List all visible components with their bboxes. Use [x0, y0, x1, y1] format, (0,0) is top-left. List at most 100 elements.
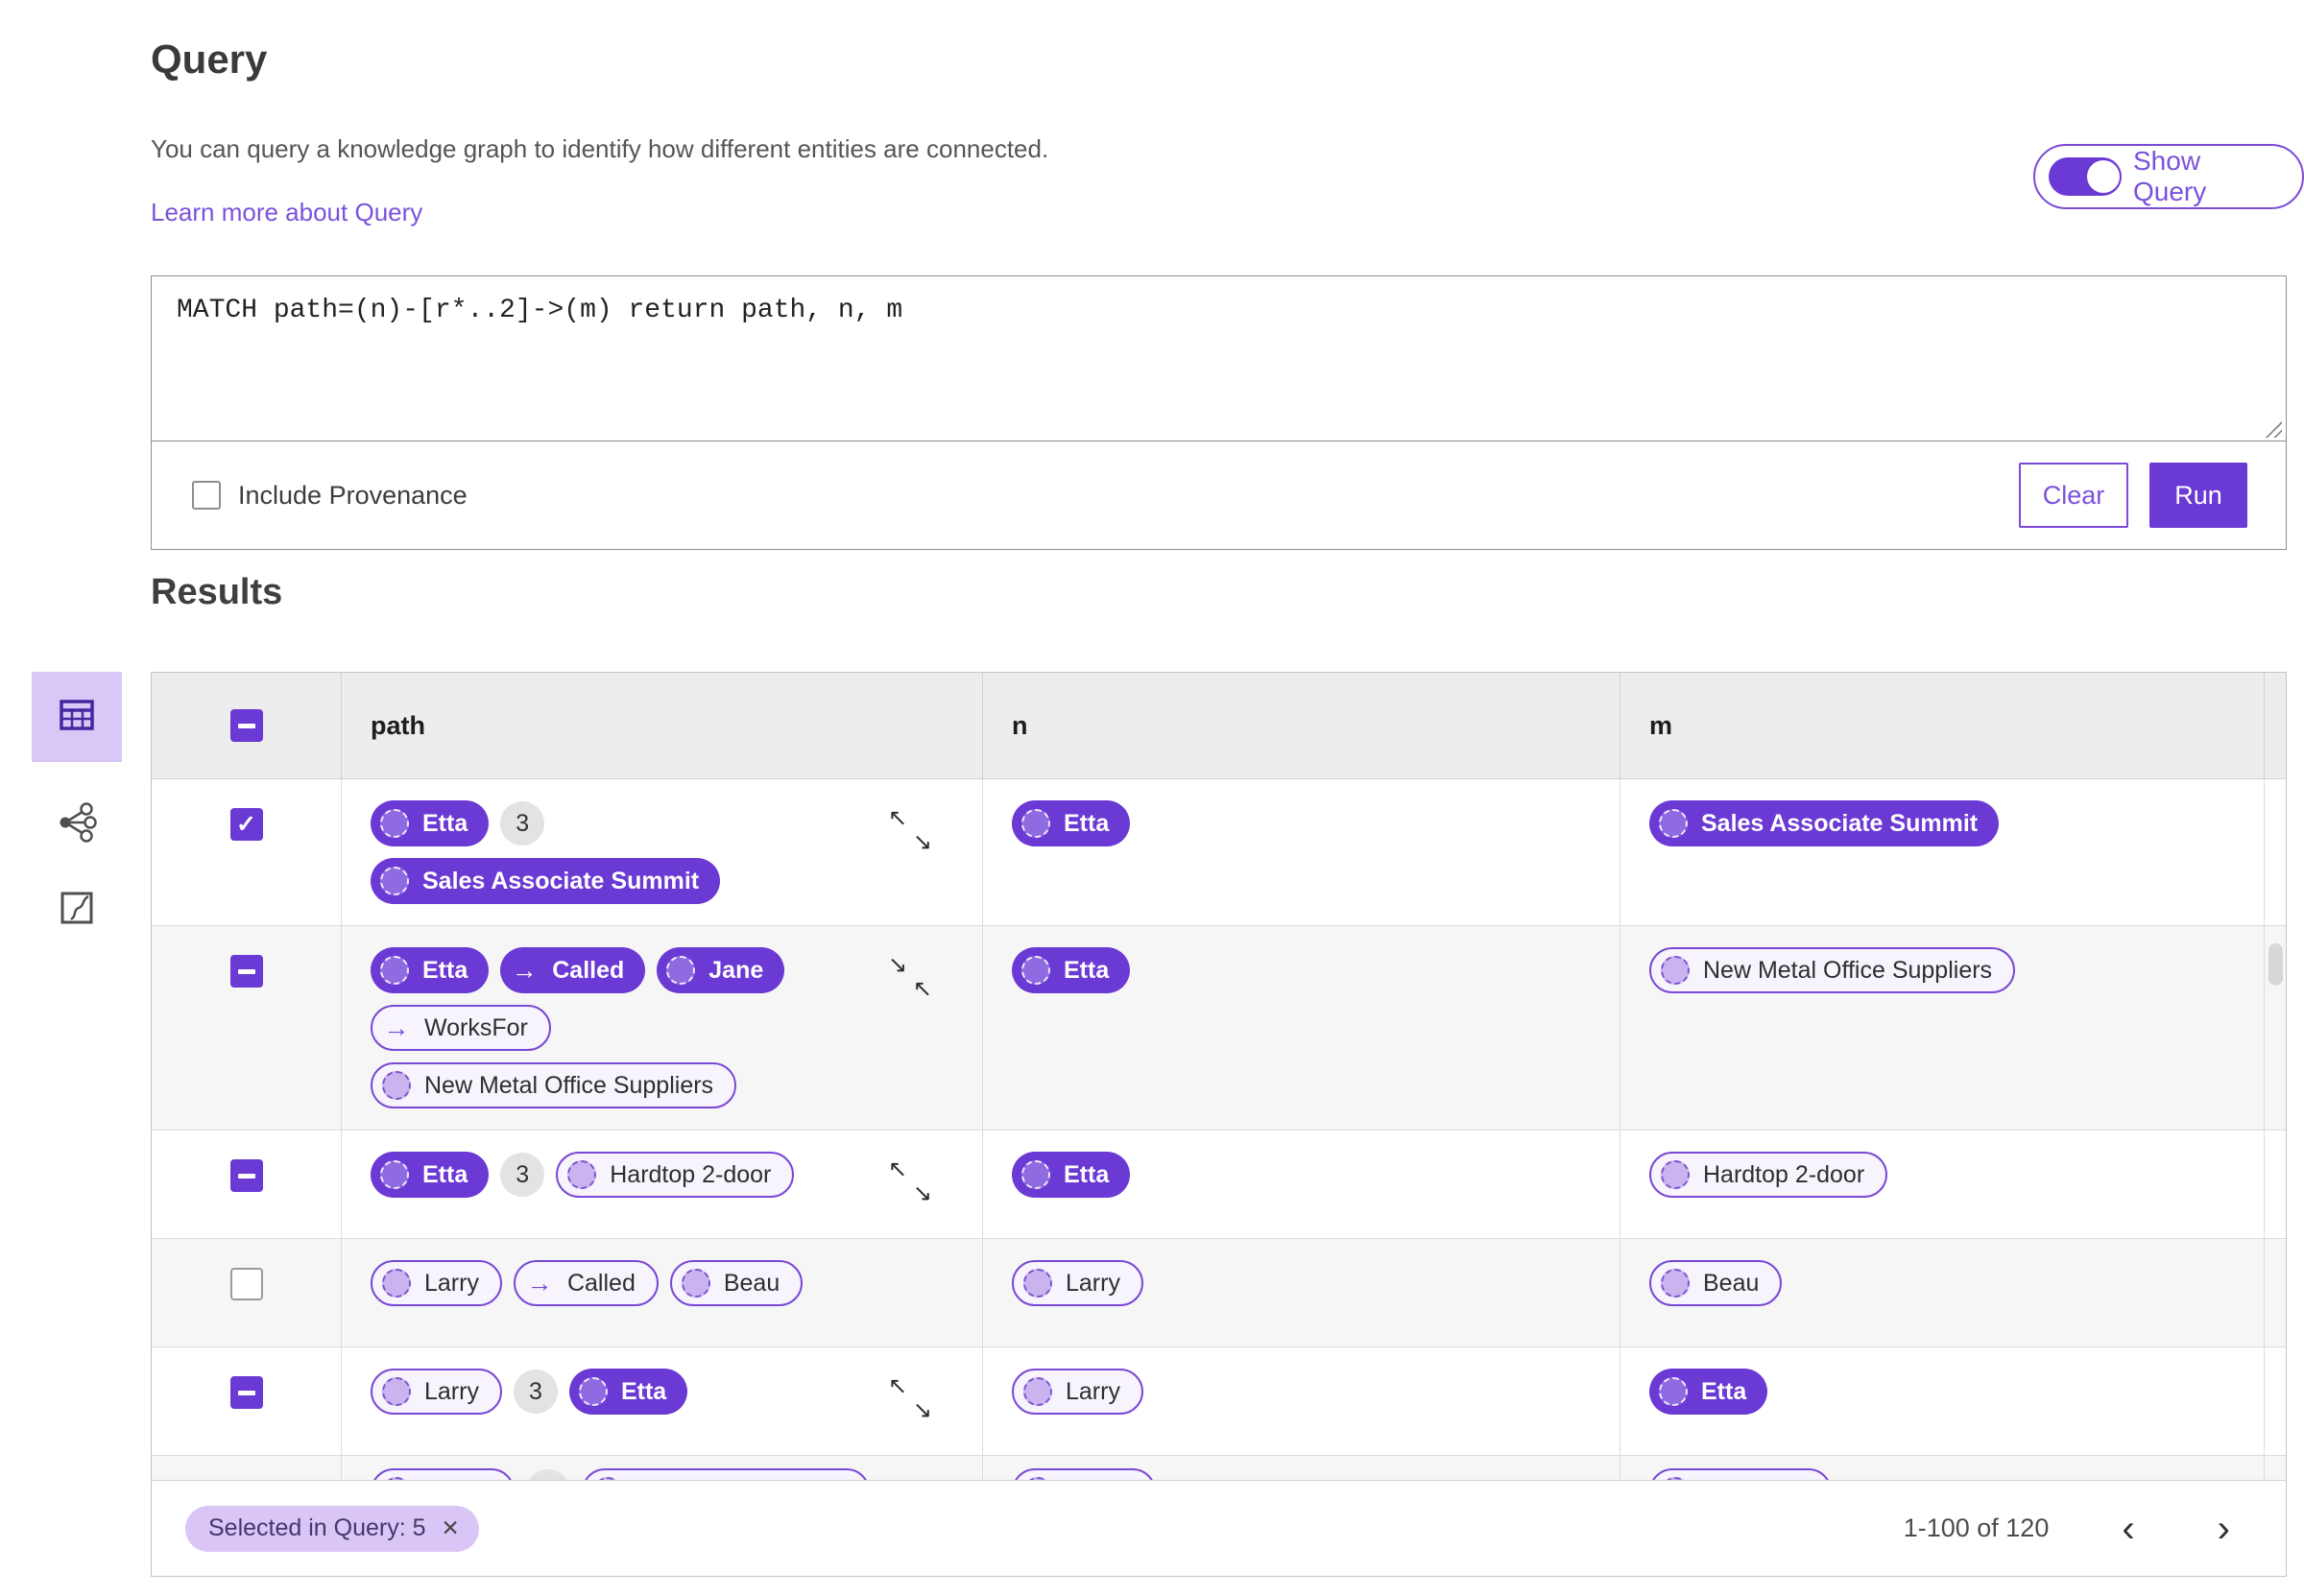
node-pill[interactable]: Jane: [657, 947, 785, 993]
node-pill[interactable]: Etta: [1012, 947, 1131, 993]
table-footer: Selected in Query: 5 ✕ 1-100 of 120 ‹ ›: [152, 1480, 2286, 1576]
expand-icon[interactable]: ↖ ↘: [888, 1156, 932, 1206]
query-page: Query You can query a knowledge graph to…: [0, 0, 2304, 1596]
arrow-glyph: ↘: [888, 952, 908, 978]
node-pill[interactable]: Etta: [371, 1152, 490, 1198]
node-pill[interactable]: Beau: [669, 1260, 804, 1306]
node-circle-icon: [1659, 1377, 1688, 1406]
chip-label: Selected in Query: 5: [208, 1514, 426, 1541]
pill-label: Called: [566, 1269, 636, 1297]
node-pill[interactable]: Etta: [1649, 1369, 1768, 1415]
table-row: Etta → Called Jane → WorksFor New Metal Office…: [152, 926, 2286, 1131]
node-pill[interactable]: Etta: [1012, 800, 1131, 846]
node-circle-icon: [1021, 809, 1050, 838]
node-pill[interactable]: Larry: [1012, 1369, 1143, 1415]
node-pill[interactable]: Larry: [371, 1260, 502, 1306]
m-cell: Etta: [1620, 1347, 2265, 1455]
arrow-glyph: ↖: [888, 1156, 908, 1182]
row-select-cell: [152, 1131, 342, 1238]
map-view-button[interactable]: [57, 888, 97, 933]
run-button[interactable]: Run: [2149, 463, 2247, 528]
scrollbar-track[interactable]: [2265, 1131, 2286, 1238]
query-input[interactable]: MATCH path=(n)-[r*..2]->(m) return path,…: [152, 276, 2286, 441]
path-cell: Etta 3 Hardtop 2-door ↖ ↘: [342, 1131, 983, 1238]
chip-dismiss-icon[interactable]: ✕: [442, 1515, 460, 1541]
results-table: path n m Etta3Sales Associate Summit↖↘Et…: [151, 672, 2287, 1577]
node-pill[interactable]: Etta: [568, 1369, 688, 1415]
table-row: Etta 3 Hardtop 2-door ↖ ↘ Etta Hardtop 2-door: [152, 1131, 2286, 1239]
node-pill[interactable]: Larry: [371, 1369, 502, 1415]
provenance-checkbox[interactable]: [192, 481, 221, 510]
expand-icon[interactable]: ↖ ↘: [888, 1373, 932, 1423]
row-checkbox[interactable]: [229, 808, 263, 841]
node-pill[interactable]: Beau: [1649, 1260, 1783, 1306]
row-select-cell: [152, 1239, 342, 1346]
table-row: Larry 3 Etta ↖ ↘ Larry Etta: [152, 1347, 2286, 1456]
edge-pill[interactable]: → Called: [513, 1260, 659, 1306]
node-circle-icon: [666, 956, 696, 985]
path-cell: Larry → Called Beau: [342, 1239, 983, 1346]
column-header-path: path: [371, 710, 425, 740]
learn-more-link[interactable]: Learn more about Query: [151, 198, 422, 227]
m-cell: Sales Associate Summit: [1620, 779, 2265, 925]
arrow-glyph: ↖: [888, 805, 908, 831]
node-pill[interactable]: Etta: [1012, 1152, 1131, 1198]
selected-in-query-chip[interactable]: Selected in Query: 5 ✕: [185, 1505, 479, 1552]
pill-label: Jane: [708, 956, 764, 984]
node-circle-icon: [382, 1269, 411, 1298]
include-provenance-option[interactable]: Include Provenance: [192, 481, 468, 511]
row-select-cell: [152, 926, 342, 1130]
row-checkbox[interactable]: [229, 955, 263, 988]
node-circle-icon: [380, 867, 409, 895]
table-view-button[interactable]: [32, 672, 122, 762]
node-circle-icon: [1661, 1160, 1690, 1189]
scrollbar-track[interactable]: [2265, 1239, 2286, 1346]
edge-pill[interactable]: → Called: [500, 947, 646, 993]
pill-label: WorksFor: [424, 1013, 528, 1041]
node-pill[interactable]: Larry: [1012, 1260, 1143, 1306]
show-query-label: Show Query: [2133, 146, 2207, 206]
show-query-toggle[interactable]: Show Query: [2033, 144, 2304, 209]
pill-label: Etta: [422, 956, 468, 984]
provenance-label: Include Provenance: [238, 480, 468, 510]
node-pill[interactable]: New Metal Office Suppliers: [371, 1062, 737, 1108]
collapse-icon[interactable]: ↘ ↖: [888, 952, 932, 1002]
graph-view-button[interactable]: [57, 802, 97, 847]
pill-label: Sales Associate Summit: [1701, 809, 1979, 837]
node-pill[interactable]: Hardtop 2-door: [1649, 1152, 1888, 1198]
node-circle-icon: [382, 1377, 411, 1406]
node-circle-icon: [380, 1160, 409, 1189]
pill-label: Etta: [422, 1160, 468, 1188]
graph-icon: [57, 802, 97, 847]
toggle-switch-icon[interactable]: [2049, 157, 2122, 196]
node-pill[interactable]: New Metal Office Suppliers: [1649, 947, 2016, 993]
path-line: Etta 3 Hardtop 2-door: [371, 1152, 795, 1198]
n-cell: Larry: [983, 1347, 1620, 1455]
node-pill[interactable]: Etta: [371, 800, 490, 846]
node-pill[interactable]: Etta: [371, 947, 490, 993]
node-pill[interactable]: Hardtop 2-door: [556, 1152, 795, 1198]
n-cell: Etta: [983, 926, 1620, 1130]
scrollbar-track[interactable]: [2265, 779, 2286, 925]
node-pill[interactable]: Sales Associate Summit: [371, 858, 721, 904]
node-circle-icon: [1661, 1269, 1690, 1298]
select-all-checkbox[interactable]: [229, 709, 263, 742]
pill-label: Larry: [424, 1377, 479, 1405]
expand-icon[interactable]: ↖ ↘: [888, 805, 932, 855]
pill-label: Larry: [424, 1269, 479, 1297]
m-cell: New Metal Office Suppliers: [1620, 926, 2265, 1130]
scrollbar-track[interactable]: [2265, 1347, 2286, 1455]
clear-button[interactable]: Clear: [2019, 463, 2128, 528]
pill-label: New Metal Office Suppliers: [1703, 956, 1993, 984]
prev-page-button[interactable]: ‹: [2112, 1510, 2144, 1548]
table-body: Etta3Sales Associate Summit↖↘EttaSales A…: [152, 779, 2286, 1484]
row-checkbox[interactable]: [229, 1376, 263, 1409]
scrollbar-thumb[interactable]: [2268, 943, 2283, 986]
row-checkbox[interactable]: [229, 1159, 263, 1192]
node-pill[interactable]: Sales Associate Summit: [1649, 800, 2000, 846]
node-circle-icon: [1023, 1377, 1052, 1406]
row-checkbox[interactable]: [229, 1268, 263, 1300]
next-page-button[interactable]: ›: [2208, 1510, 2240, 1548]
pill-label: Etta: [1064, 956, 1110, 984]
edge-pill[interactable]: → WorksFor: [371, 1005, 551, 1051]
